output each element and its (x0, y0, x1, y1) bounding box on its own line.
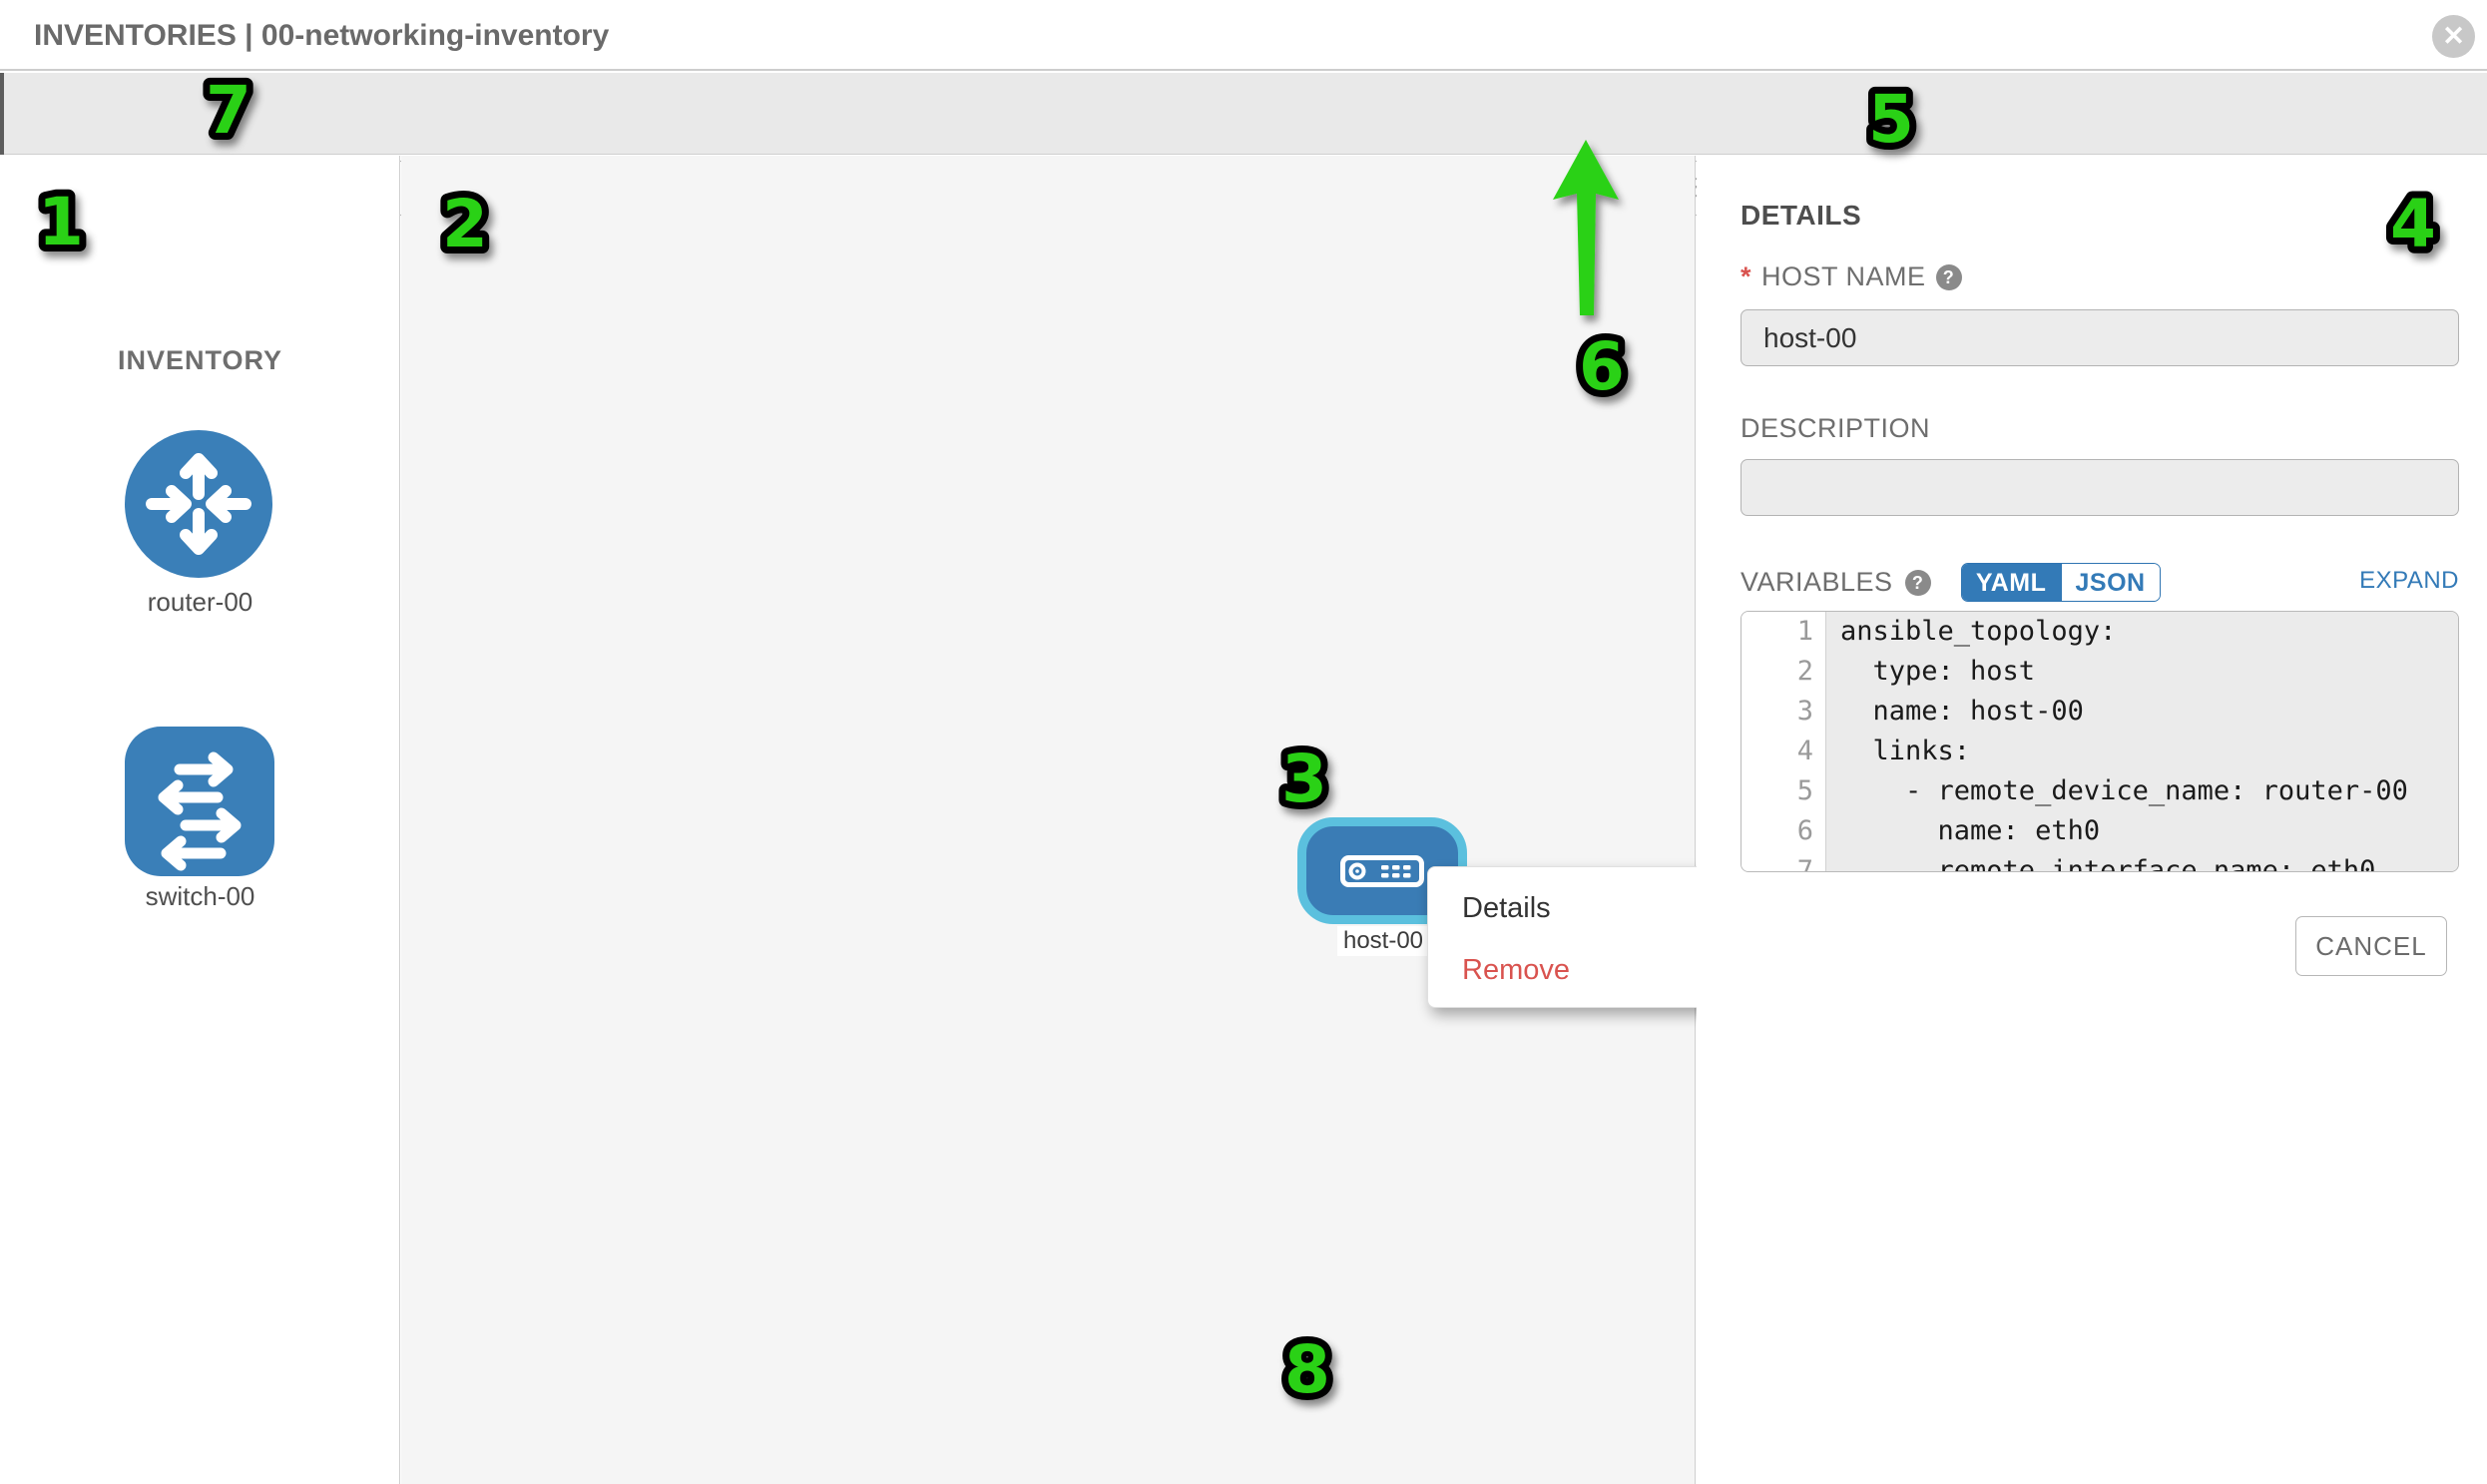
inventory-topology-app: INVENTORIES | 00-networking-inventory ✕ … (0, 0, 2487, 1484)
host-node-label: host-00 (1337, 926, 1429, 956)
sidebar-item-switch[interactable] (125, 727, 274, 876)
expand-link[interactable]: EXPAND (2359, 567, 2459, 595)
variables-code-editor[interactable]: 1ansible_topology: 2 type: host 3 name: … (1741, 611, 2459, 872)
window-edge (0, 73, 4, 155)
topology-canvas[interactable]: host-00 Details Remove 120% − + (401, 156, 1696, 1484)
host-name-label-row: * HOST NAME ? (1741, 261, 1962, 292)
toggle-yaml-button[interactable]: YAML (1962, 564, 2061, 601)
variables-label: VARIABLES (1741, 567, 1893, 598)
sidebar-item-router[interactable] (125, 430, 272, 578)
close-icon[interactable]: ✕ (2432, 15, 2475, 58)
host-icon (1340, 855, 1424, 887)
description-input[interactable] (1741, 459, 2459, 516)
header-bar: INVENTORIES | 00-networking-inventory ✕ (0, 0, 2487, 71)
format-toggle: YAML JSON (1961, 563, 2161, 602)
switch-icon (125, 727, 274, 876)
inventory-heading: INVENTORY (0, 345, 400, 376)
details-panel: DETAILS * HOST NAME ? DESCRIPTION VARIAB… (1697, 156, 2487, 1484)
details-heading: DETAILS (1741, 200, 1861, 232)
code-line: 7 remote_interface_name: eth0 (1741, 851, 2458, 872)
required-marker: * (1741, 261, 1751, 292)
router-icon (125, 430, 272, 578)
code-line: 4 links: (1741, 732, 2458, 771)
page-title: INVENTORIES | 00-networking-inventory (34, 0, 609, 71)
variables-label-row: VARIABLES ? YAML JSON (1741, 563, 2161, 602)
description-label: DESCRIPTION (1741, 413, 1930, 444)
inventory-sidebar: INVENTORY router-00 (0, 156, 400, 1484)
sidebar-item-label: router-00 (0, 587, 400, 618)
host-name-label: HOST NAME (1761, 261, 1926, 292)
toolbar: ACTIONS SEARCH (0, 73, 2487, 155)
sidebar-item-label: switch-00 (0, 881, 400, 912)
code-line: 6 name: eth0 (1741, 811, 2458, 851)
help-icon[interactable]: ? (1936, 264, 1962, 290)
host-name-input[interactable] (1741, 309, 2459, 366)
code-line: 5 - remote_device_name: router-00 (1741, 771, 2458, 811)
toggle-json-button[interactable]: JSON (2061, 564, 2160, 601)
code-line: 3 name: host-00 (1741, 692, 2458, 732)
description-label-row: DESCRIPTION (1741, 413, 1930, 444)
help-icon[interactable]: ? (1905, 570, 1931, 596)
cancel-button[interactable]: CANCEL (2295, 916, 2447, 976)
code-line: 2 type: host (1741, 652, 2458, 692)
code-line: 1ansible_topology: (1741, 612, 2458, 652)
